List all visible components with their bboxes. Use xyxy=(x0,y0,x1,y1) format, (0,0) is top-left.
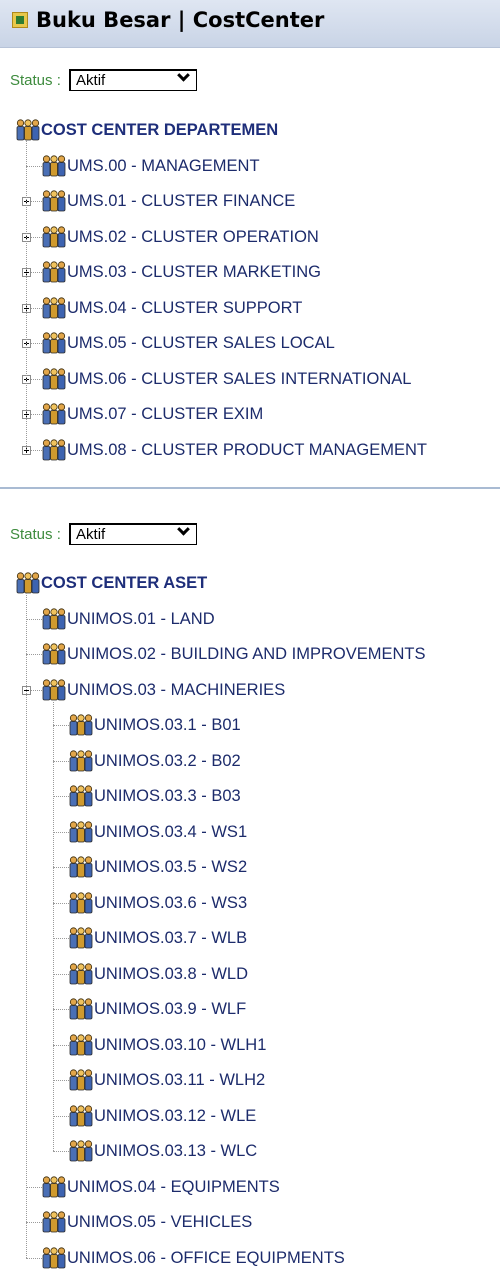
people-group-icon xyxy=(42,296,66,319)
tree-node-label[interactable]: UNIMOS.01 - LAND xyxy=(67,609,215,629)
tree-node-label[interactable]: UNIMOS.03.8 - WLD xyxy=(94,964,248,984)
tree-node-label[interactable]: UMS.05 - CLUSTER SALES LOCAL xyxy=(67,333,335,353)
tree-node-label[interactable]: UNIMOS.03.6 - WS3 xyxy=(94,893,247,913)
tree-node-label[interactable]: UMS.01 - CLUSTER FINANCE xyxy=(67,191,295,211)
people-group-icon xyxy=(42,1175,66,1198)
tree-node-label[interactable]: UNIMOS.02 - BUILDING AND IMPROVEMENTS xyxy=(67,644,425,664)
status-select-value: Aktif xyxy=(76,526,106,543)
people-group-icon xyxy=(69,891,93,914)
ledger-icon xyxy=(12,12,28,28)
tree-node-label[interactable]: UNIMOS.03.9 - WLF xyxy=(94,999,246,1019)
tree-connector xyxy=(53,867,69,868)
status-label: Status : xyxy=(10,525,61,543)
people-group-icon xyxy=(42,225,66,248)
status-select[interactable]: Aktif xyxy=(69,68,198,91)
tree-connector xyxy=(53,831,69,833)
tree-connector xyxy=(53,938,69,939)
tree-node-label[interactable]: UNIMOS.03.2 - B02 xyxy=(94,751,241,771)
people-group-icon xyxy=(69,820,93,843)
tree-connector xyxy=(53,796,69,797)
tree-connector xyxy=(26,1222,42,1223)
people-group-icon xyxy=(42,1246,66,1269)
tree-connector xyxy=(53,902,69,904)
people-group-icon xyxy=(69,998,93,1020)
status-select-value: Aktif xyxy=(76,72,106,89)
people-group-icon xyxy=(69,714,93,736)
status-filter-row: Status : Aktif xyxy=(10,522,198,545)
page-title: Buku Besar | CostCenter xyxy=(36,8,325,32)
tree-connector xyxy=(53,1044,69,1046)
people-group-icon xyxy=(42,190,66,212)
tree-node-label[interactable]: UNIMOS.04 - EQUIPMENTS xyxy=(67,1177,280,1197)
tree-node-label[interactable]: UMS.07 - CLUSTER EXIM xyxy=(67,404,263,424)
tree-node-label[interactable]: UNIMOS.03.7 - WLB xyxy=(94,928,247,948)
status-select[interactable]: Aktif xyxy=(69,522,198,545)
tree-connector xyxy=(53,1151,69,1152)
tree-node-label[interactable]: UNIMOS.03.1 - B01 xyxy=(94,715,241,735)
tree-node-label[interactable]: UMS.00 - MANAGEMENT xyxy=(67,156,260,176)
tree-node-label[interactable]: UMS.04 - CLUSTER SUPPORT xyxy=(67,298,302,318)
tree-node-label[interactable]: UNIMOS.03 - MACHINERIES xyxy=(67,680,285,700)
people-group-icon xyxy=(42,367,66,390)
people-group-icon xyxy=(42,332,66,354)
tree-connector xyxy=(26,1186,42,1188)
people-group-icon xyxy=(42,607,66,630)
tree-node-label[interactable]: UMS.06 - CLUSTER SALES INTERNATIONAL xyxy=(67,369,411,389)
status-filter-row: Status : Aktif xyxy=(10,68,198,91)
tree-connector xyxy=(53,701,54,1151)
tree-node-label[interactable]: COST CENTER DEPARTEMEN xyxy=(41,120,278,140)
tree-node-label[interactable]: UMS.02 - CLUSTER OPERATION xyxy=(67,227,319,247)
people-group-icon xyxy=(42,438,66,461)
tree-connector xyxy=(53,1080,69,1081)
tree-node-label[interactable]: UMS.08 - CLUSTER PRODUCT MANAGEMENT xyxy=(67,440,427,460)
tree-node-label[interactable]: UNIMOS.03.5 - WS2 xyxy=(94,857,247,877)
tree-node-label[interactable]: UNIMOS.03.4 - WS1 xyxy=(94,822,247,842)
people-group-icon xyxy=(42,1211,66,1233)
people-group-icon xyxy=(69,962,93,985)
tree-node-label[interactable]: UNIMOS.03.10 - WLH1 xyxy=(94,1035,266,1055)
tree-node-label[interactable]: COST CENTER ASET xyxy=(41,573,207,593)
tree-connector xyxy=(26,593,27,1258)
people-group-icon xyxy=(16,119,40,141)
tree-node-label[interactable]: UNIMOS.06 - OFFICE EQUIPMENTS xyxy=(67,1248,345,1268)
tree-node-label[interactable]: UMS.03 - CLUSTER MARKETING xyxy=(67,262,321,282)
tree-node-label[interactable]: UNIMOS.03.12 - WLE xyxy=(94,1106,256,1126)
people-group-icon xyxy=(69,856,93,878)
people-group-icon xyxy=(42,261,66,283)
panel-divider xyxy=(0,487,500,489)
people-group-icon xyxy=(69,1104,93,1127)
tree-connector xyxy=(26,165,42,167)
tree-connector xyxy=(53,725,69,726)
tree-connector xyxy=(26,140,27,450)
tree-connector xyxy=(53,1115,69,1117)
people-group-icon xyxy=(69,749,93,772)
tree-node-label[interactable]: UNIMOS.03.11 - WLH2 xyxy=(94,1070,265,1090)
people-group-icon xyxy=(69,1033,93,1056)
tree-node-label[interactable]: UNIMOS.05 - VEHICLES xyxy=(67,1212,252,1232)
tree-connector xyxy=(53,760,69,762)
status-label: Status : xyxy=(10,71,61,89)
tree-connector xyxy=(26,654,42,655)
tree-node-label[interactable]: UNIMOS.03.3 - B03 xyxy=(94,786,241,806)
tree-connector xyxy=(53,973,69,975)
tree-node-label[interactable]: UNIMOS.03.13 - WLC xyxy=(94,1141,257,1161)
tree-connector xyxy=(26,618,42,620)
people-group-icon xyxy=(69,1069,93,1091)
people-group-icon xyxy=(69,1140,93,1162)
tree-connector xyxy=(26,1257,42,1259)
people-group-icon xyxy=(42,678,66,701)
people-group-icon xyxy=(69,927,93,949)
chevron-down-icon xyxy=(177,68,190,82)
chevron-down-icon xyxy=(177,522,190,536)
tree-connector xyxy=(53,1009,69,1010)
app-header: Buku Besar | CostCenter xyxy=(0,0,500,48)
people-group-icon xyxy=(42,154,66,177)
people-group-icon xyxy=(16,572,40,594)
people-group-icon xyxy=(42,643,66,665)
people-group-icon xyxy=(69,785,93,807)
people-group-icon xyxy=(42,403,66,425)
